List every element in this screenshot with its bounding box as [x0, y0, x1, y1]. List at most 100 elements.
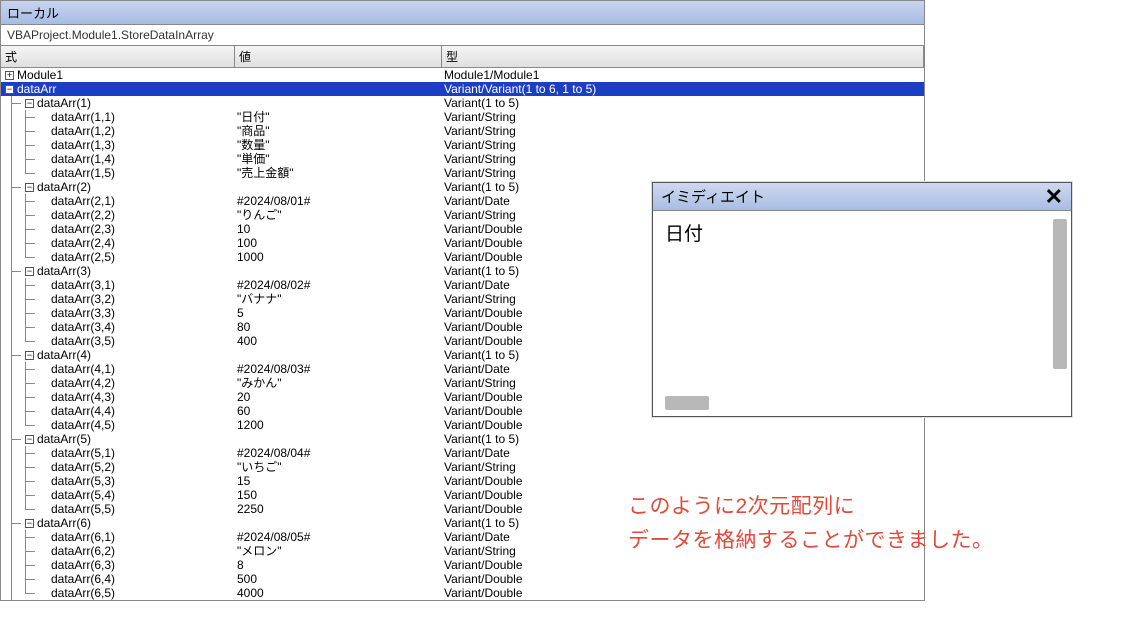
expr-cell: −dataArr(6)	[1, 516, 235, 530]
collapse-icon[interactable]: −	[25, 99, 34, 108]
value-cell: #2024/08/01#	[235, 194, 442, 208]
locals-grid-header: 式 値 型	[1, 46, 924, 68]
table-row[interactable]: dataArr(4,5)1200Variant/Double	[1, 418, 924, 432]
table-row[interactable]: dataArr(6,3)8Variant/Double	[1, 558, 924, 572]
table-row[interactable]: dataArr(1,4) "単価"Variant/String	[1, 152, 924, 166]
expr-cell: dataArr(4,4)	[1, 404, 235, 418]
type-cell: Variant/String	[442, 152, 924, 166]
expr-cell: dataArr(5,2)	[1, 460, 235, 474]
expr-cell: dataArr(6,2)	[1, 544, 235, 558]
annotation-line1: このように2次元配列に	[628, 490, 994, 524]
value-cell: "みかん"	[235, 376, 442, 390]
annotation-line2: データを格納することができました。	[628, 524, 994, 558]
horizontal-scrollbar[interactable]	[665, 396, 709, 410]
collapse-icon[interactable]: −	[5, 85, 14, 94]
expr-cell: dataArr(2,5)	[1, 250, 235, 264]
expr-text: dataArr(6,3)	[51, 558, 115, 572]
value-cell: 1200	[235, 418, 442, 432]
value-cell: 4000	[235, 586, 442, 600]
expand-icon[interactable]: +	[5, 71, 14, 80]
expr-cell: −dataArr(3)	[1, 264, 235, 278]
table-row[interactable]: +Module1Module1/Module1	[1, 68, 924, 82]
collapse-icon[interactable]: −	[25, 351, 34, 360]
value-cell: 5	[235, 306, 442, 320]
table-row[interactable]: dataArr(5,1) #2024/08/04#Variant/Date	[1, 446, 924, 460]
expr-cell: dataArr(1,1)	[1, 110, 235, 124]
immediate-panel: イミディエイト ✕ 日付	[652, 182, 1072, 417]
value-cell: 500	[235, 572, 442, 586]
expr-text: dataArr(5,1)	[51, 446, 115, 460]
table-row[interactable]: dataArr(1,5) "売上金額"Variant/String	[1, 166, 924, 180]
header-value[interactable]: 値	[235, 46, 442, 67]
expr-text: dataArr(3,4)	[51, 320, 115, 334]
table-row[interactable]: dataArr(6,4)500Variant/Double	[1, 572, 924, 586]
value-cell: #2024/08/02#	[235, 278, 442, 292]
expr-text: Module1	[17, 68, 63, 82]
expr-text: dataArr(6)	[37, 516, 91, 530]
table-row[interactable]: dataArr(6,5)4000Variant/Double	[1, 586, 924, 600]
locals-title: ローカル	[1, 1, 924, 25]
table-row[interactable]: −dataArrVariant/Variant(1 to 6, 1 to 5)	[1, 82, 924, 96]
expr-cell: dataArr(1,5)	[1, 166, 235, 180]
value-cell: 100	[235, 236, 442, 250]
expr-text: dataArr(3)	[37, 264, 91, 278]
expr-cell: dataArr(5,3)	[1, 474, 235, 488]
expr-text: dataArr(4,3)	[51, 390, 115, 404]
value-cell: "売上金額"	[235, 166, 442, 180]
expr-cell: dataArr(1,2)	[1, 124, 235, 138]
expr-text: dataArr(3,2)	[51, 292, 115, 306]
value-cell: #2024/08/05#	[235, 530, 442, 544]
type-cell: Variant/String	[442, 166, 924, 180]
expr-text: dataArr(1,4)	[51, 152, 115, 166]
expr-cell: dataArr(4,3)	[1, 390, 235, 404]
expr-cell: −dataArr(5)	[1, 432, 235, 446]
type-cell: Variant(1 to 5)	[442, 96, 924, 110]
expr-text: dataArr(1,5)	[51, 166, 115, 180]
expr-text: dataArr(6,2)	[51, 544, 115, 558]
value-cell: #2024/08/04#	[235, 446, 442, 460]
close-icon[interactable]: ✕	[1041, 187, 1067, 207]
collapse-icon[interactable]: −	[25, 435, 34, 444]
type-cell: Variant/Date	[442, 446, 924, 460]
value-cell: 10	[235, 222, 442, 236]
expr-text: dataArr(2)	[37, 180, 91, 194]
value-cell: "メロン"	[235, 544, 442, 558]
annotation-text: このように2次元配列に データを格納することができました。	[628, 490, 994, 557]
table-row[interactable]: −dataArr(5)Variant(1 to 5)	[1, 432, 924, 446]
value-cell: #2024/08/03#	[235, 362, 442, 376]
expr-cell: dataArr(4,2)	[1, 376, 235, 390]
table-row[interactable]: dataArr(1,1)"日付"Variant/String	[1, 110, 924, 124]
value-cell: 400	[235, 334, 442, 348]
table-row[interactable]: dataArr(5,3)15Variant/Double	[1, 474, 924, 488]
header-expression[interactable]: 式	[1, 46, 235, 67]
value-cell: 15	[235, 474, 442, 488]
expr-cell: dataArr(3,2)	[1, 292, 235, 306]
value-cell	[235, 82, 442, 96]
collapse-icon[interactable]: −	[25, 519, 34, 528]
table-row[interactable]: dataArr(1,3)"数量"Variant/String	[1, 138, 924, 152]
table-row[interactable]: dataArr(5,2)"いちご"Variant/String	[1, 460, 924, 474]
value-cell	[235, 68, 442, 82]
expr-cell: dataArr(3,5)	[1, 334, 235, 348]
expr-text: dataArr(4)	[37, 348, 91, 362]
expr-text: dataArr(5,2)	[51, 460, 115, 474]
value-cell: 1000	[235, 250, 442, 264]
value-cell: "単価"	[235, 152, 442, 166]
immediate-output[interactable]: 日付	[653, 211, 1071, 386]
type-cell: Variant/Double	[442, 474, 924, 488]
type-cell: Variant/String	[442, 460, 924, 474]
header-type[interactable]: 型	[442, 46, 924, 67]
table-row[interactable]: dataArr(1,2)"商品"Variant/String	[1, 124, 924, 138]
collapse-icon[interactable]: −	[25, 183, 34, 192]
immediate-text: 日付	[665, 224, 703, 245]
expr-cell: dataArr(5,4)	[1, 488, 235, 502]
expr-text: dataArr(5,4)	[51, 488, 115, 502]
vertical-scrollbar[interactable]	[1053, 219, 1067, 369]
table-row[interactable]: −dataArr(1)Variant(1 to 5)	[1, 96, 924, 110]
value-cell	[235, 96, 442, 110]
collapse-icon[interactable]: −	[25, 267, 34, 276]
expr-cell: −dataArr(2)	[1, 180, 235, 194]
expr-text: dataArr(4,1)	[51, 362, 115, 376]
value-cell: "数量"	[235, 138, 442, 152]
type-cell: Variant/String	[442, 110, 924, 124]
